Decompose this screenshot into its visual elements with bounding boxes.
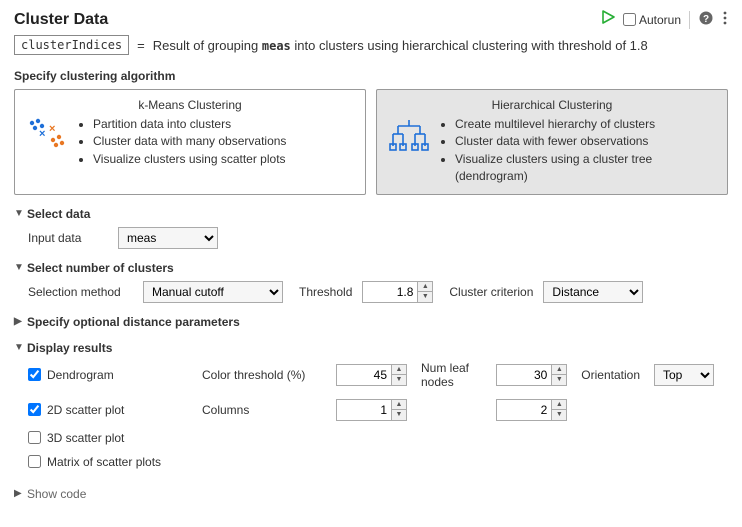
kebab-menu-icon[interactable] (722, 10, 728, 29)
section-select-data[interactable]: ▼ Select data (14, 207, 728, 221)
section-display-results[interactable]: ▼ Display results (14, 341, 728, 355)
autorun-checkbox[interactable] (623, 13, 636, 26)
chevron-down-icon: ▼ (14, 208, 24, 219)
display-grid: Dendrogram Color threshold (%) ▲▼ Num le… (28, 361, 728, 469)
dendrogram-check[interactable]: Dendrogram (28, 368, 188, 382)
page-title: Cluster Data (14, 11, 108, 29)
dendrogram-checkbox[interactable] (28, 368, 41, 381)
svg-text:×: × (49, 123, 55, 135)
scatter2d-checkbox[interactable] (28, 403, 41, 416)
algo-hier-title: Hierarchical Clustering (387, 98, 717, 112)
threshold-spinner[interactable]: ▲▼ (362, 281, 433, 303)
col2-input[interactable] (497, 400, 551, 420)
output-variable[interactable]: clusterIndices (14, 35, 129, 55)
equals-sign: = (137, 38, 145, 53)
selection-method-label: Selection method (28, 285, 133, 299)
spin-down-icon[interactable]: ▼ (418, 292, 432, 302)
num-leaf-input[interactable] (497, 365, 551, 385)
chevron-right-icon: ▶ (14, 316, 24, 327)
algo-section-label: Specify clustering algorithm (14, 69, 728, 83)
algo-kmeans-title: k-Means Clustering (25, 98, 355, 112)
description-text: Result of grouping meas into clusters us… (153, 38, 648, 53)
dendrogram-icon (387, 116, 431, 152)
num-leaf-spinner[interactable]: ▲▼ (496, 364, 567, 386)
matrix-checkbox[interactable] (28, 455, 41, 468)
description-row: clusterIndices = Result of grouping meas… (14, 35, 728, 55)
matrix-check[interactable]: Matrix of scatter plots (28, 455, 728, 469)
criterion-label: Cluster criterion (449, 285, 533, 299)
autorun-toggle[interactable]: Autorun (623, 13, 681, 27)
threshold-input[interactable] (363, 282, 417, 302)
chevron-down-icon: ▼ (14, 342, 24, 353)
spin-up-icon[interactable]: ▲ (552, 400, 566, 410)
color-thresh-label: Color threshold (%) (202, 368, 322, 382)
chevron-right-icon: ▶ (14, 488, 24, 499)
header-row: Cluster Data Autorun ? (14, 10, 728, 29)
svg-text:×: × (39, 128, 45, 140)
color-thresh-spinner[interactable]: ▲▼ (336, 364, 407, 386)
spin-down-icon[interactable]: ▼ (392, 375, 406, 385)
header-controls: Autorun ? (601, 10, 728, 29)
color-thresh-input[interactable] (337, 365, 391, 385)
spin-up-icon[interactable]: ▲ (552, 365, 566, 375)
algo-hier-bullets: Create multilevel hierarchy of clusters … (441, 116, 717, 186)
threshold-label: Threshold (299, 285, 352, 299)
svg-text:?: ? (703, 14, 709, 25)
spin-down-icon[interactable]: ▼ (552, 375, 566, 385)
spin-down-icon[interactable]: ▼ (552, 410, 566, 420)
scatter3d-checkbox[interactable] (28, 431, 41, 444)
scatter3d-check[interactable]: 3D scatter plot (28, 431, 728, 445)
section-show-code[interactable]: ▶ Show code (14, 487, 728, 501)
section-select-clusters[interactable]: ▼ Select number of clusters (14, 261, 728, 275)
input-data-label: Input data (28, 231, 108, 245)
spin-up-icon[interactable]: ▲ (392, 400, 406, 410)
scatter2d-check[interactable]: 2D scatter plot (28, 403, 188, 417)
col1-input[interactable] (337, 400, 391, 420)
scatter-icon: × × (25, 116, 69, 152)
autorun-label: Autorun (639, 13, 681, 27)
divider (689, 11, 690, 29)
algo-card-hierarchical[interactable]: Hierarchical Clustering Create multileve… (376, 89, 728, 195)
row-input-data: Input data meas (28, 227, 728, 249)
section-optional-distance[interactable]: ▶ Specify optional distance parameters (14, 315, 728, 329)
chevron-down-icon: ▼ (14, 262, 24, 273)
data-name-inline: meas (262, 39, 291, 53)
col1-spinner[interactable]: ▲▼ (336, 399, 407, 421)
row-selection-method: Selection method Manual cutoff Threshold… (28, 281, 728, 303)
spin-down-icon[interactable]: ▼ (392, 410, 406, 420)
col2-spinner[interactable]: ▲▼ (496, 399, 567, 421)
input-data-select[interactable]: meas (118, 227, 218, 249)
orientation-label: Orientation (581, 368, 640, 382)
spin-up-icon[interactable]: ▲ (392, 365, 406, 375)
selection-method-select[interactable]: Manual cutoff (143, 281, 283, 303)
criterion-select[interactable]: Distance (543, 281, 643, 303)
algorithm-chooser: k-Means Clustering × × Partition data in… (14, 89, 728, 195)
help-icon[interactable]: ? (698, 10, 714, 29)
columns-label: Columns (202, 403, 322, 417)
num-leaf-label: Num leaf nodes (421, 361, 482, 389)
algo-card-kmeans[interactable]: k-Means Clustering × × Partition data in… (14, 89, 366, 195)
orientation-select[interactable]: Top (654, 364, 714, 386)
run-icon[interactable] (601, 10, 615, 29)
spin-up-icon[interactable]: ▲ (418, 282, 432, 292)
algo-kmeans-bullets: Partition data into clusters Cluster dat… (79, 116, 286, 168)
